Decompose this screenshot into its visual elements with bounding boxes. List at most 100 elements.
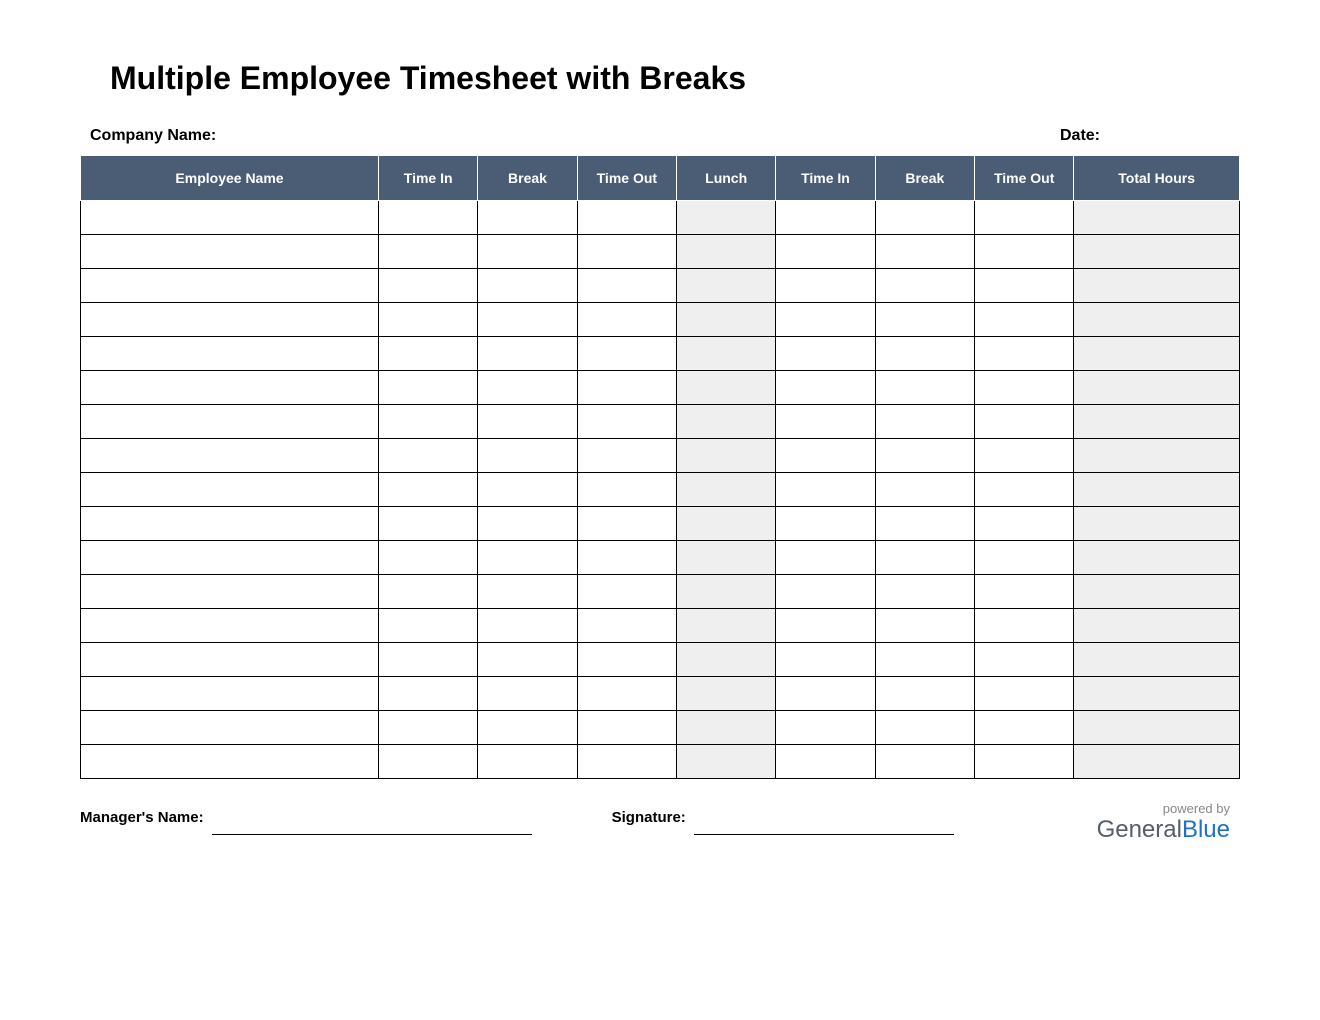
table-cell[interactable] <box>478 269 577 303</box>
table-cell[interactable] <box>81 507 379 541</box>
table-cell[interactable] <box>677 405 776 439</box>
table-cell[interactable] <box>974 303 1073 337</box>
table-cell[interactable] <box>577 507 676 541</box>
table-cell[interactable] <box>677 235 776 269</box>
table-cell[interactable] <box>974 745 1073 779</box>
table-cell[interactable] <box>577 745 676 779</box>
table-cell[interactable] <box>677 541 776 575</box>
table-cell[interactable] <box>81 269 379 303</box>
table-cell[interactable] <box>478 337 577 371</box>
table-cell[interactable] <box>478 439 577 473</box>
table-cell[interactable] <box>974 507 1073 541</box>
table-cell[interactable] <box>677 575 776 609</box>
table-cell[interactable] <box>875 201 974 235</box>
table-cell[interactable] <box>379 541 478 575</box>
table-cell[interactable] <box>1074 337 1240 371</box>
table-cell[interactable] <box>478 745 577 779</box>
table-cell[interactable] <box>677 507 776 541</box>
table-cell[interactable] <box>379 643 478 677</box>
table-cell[interactable] <box>379 303 478 337</box>
table-cell[interactable] <box>974 337 1073 371</box>
table-cell[interactable] <box>379 235 478 269</box>
table-cell[interactable] <box>81 439 379 473</box>
table-cell[interactable] <box>1074 711 1240 745</box>
table-cell[interactable] <box>875 711 974 745</box>
table-cell[interactable] <box>875 235 974 269</box>
table-cell[interactable] <box>478 575 577 609</box>
table-cell[interactable] <box>478 677 577 711</box>
table-cell[interactable] <box>478 201 577 235</box>
table-cell[interactable] <box>974 439 1073 473</box>
table-cell[interactable] <box>379 371 478 405</box>
table-cell[interactable] <box>677 745 776 779</box>
table-cell[interactable] <box>776 609 875 643</box>
table-cell[interactable] <box>776 371 875 405</box>
table-cell[interactable] <box>875 575 974 609</box>
table-cell[interactable] <box>379 677 478 711</box>
table-cell[interactable] <box>81 337 379 371</box>
table-cell[interactable] <box>974 405 1073 439</box>
table-cell[interactable] <box>875 507 974 541</box>
table-cell[interactable] <box>478 371 577 405</box>
table-cell[interactable] <box>1074 371 1240 405</box>
table-cell[interactable] <box>875 303 974 337</box>
table-cell[interactable] <box>1074 745 1240 779</box>
table-cell[interactable] <box>379 269 478 303</box>
table-cell[interactable] <box>776 405 875 439</box>
table-cell[interactable] <box>1074 575 1240 609</box>
table-cell[interactable] <box>974 473 1073 507</box>
table-cell[interactable] <box>379 439 478 473</box>
table-cell[interactable] <box>974 371 1073 405</box>
table-cell[interactable] <box>875 643 974 677</box>
table-cell[interactable] <box>478 643 577 677</box>
table-cell[interactable] <box>776 235 875 269</box>
table-cell[interactable] <box>478 507 577 541</box>
table-cell[interactable] <box>974 643 1073 677</box>
table-cell[interactable] <box>81 677 379 711</box>
table-cell[interactable] <box>974 609 1073 643</box>
table-cell[interactable] <box>577 303 676 337</box>
table-cell[interactable] <box>478 473 577 507</box>
table-cell[interactable] <box>1074 507 1240 541</box>
table-cell[interactable] <box>776 541 875 575</box>
table-cell[interactable] <box>478 541 577 575</box>
table-cell[interactable] <box>577 643 676 677</box>
table-cell[interactable] <box>974 541 1073 575</box>
table-cell[interactable] <box>478 711 577 745</box>
table-cell[interactable] <box>577 575 676 609</box>
table-cell[interactable] <box>1074 541 1240 575</box>
table-cell[interactable] <box>677 473 776 507</box>
table-cell[interactable] <box>379 473 478 507</box>
table-cell[interactable] <box>577 711 676 745</box>
table-cell[interactable] <box>577 235 676 269</box>
table-cell[interactable] <box>1074 643 1240 677</box>
table-cell[interactable] <box>81 303 379 337</box>
table-cell[interactable] <box>875 473 974 507</box>
table-cell[interactable] <box>81 609 379 643</box>
table-cell[interactable] <box>379 575 478 609</box>
table-cell[interactable] <box>577 201 676 235</box>
table-cell[interactable] <box>81 575 379 609</box>
table-cell[interactable] <box>875 439 974 473</box>
table-cell[interactable] <box>379 745 478 779</box>
table-cell[interactable] <box>81 201 379 235</box>
table-cell[interactable] <box>1074 201 1240 235</box>
table-cell[interactable] <box>776 745 875 779</box>
table-cell[interactable] <box>1074 473 1240 507</box>
table-cell[interactable] <box>379 201 478 235</box>
table-cell[interactable] <box>577 337 676 371</box>
table-cell[interactable] <box>875 337 974 371</box>
table-cell[interactable] <box>577 269 676 303</box>
table-cell[interactable] <box>776 473 875 507</box>
table-cell[interactable] <box>577 405 676 439</box>
table-cell[interactable] <box>974 201 1073 235</box>
table-cell[interactable] <box>1074 439 1240 473</box>
table-cell[interactable] <box>81 371 379 405</box>
table-cell[interactable] <box>81 541 379 575</box>
table-cell[interactable] <box>577 371 676 405</box>
manager-input-line[interactable] <box>212 807 532 835</box>
table-cell[interactable] <box>875 745 974 779</box>
table-cell[interactable] <box>776 303 875 337</box>
table-cell[interactable] <box>379 337 478 371</box>
table-cell[interactable] <box>974 269 1073 303</box>
